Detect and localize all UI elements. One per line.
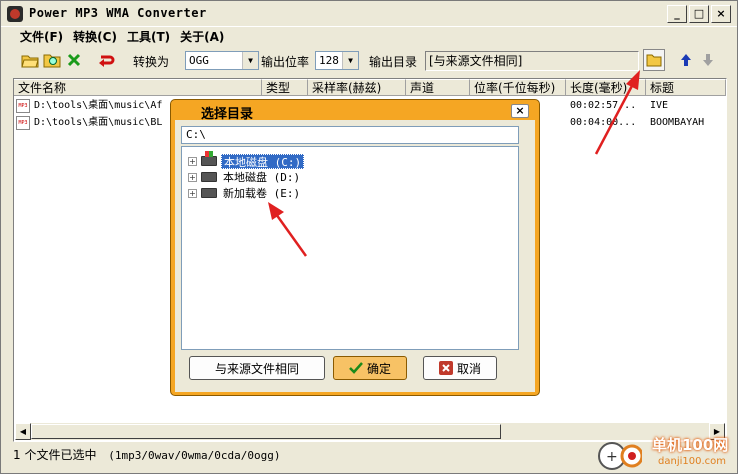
arrow-up-icon — [681, 54, 691, 66]
file-title: IVE — [650, 100, 669, 111]
format-value: OGG — [189, 54, 209, 67]
expand-icon[interactable]: + — [188, 188, 197, 198]
tree-item-c-drive[interactable]: + 本地磁盘 (C:) — [188, 151, 305, 169]
mp3-file-icon: MP3 — [16, 99, 30, 113]
menu-file[interactable]: 文件(F) — [15, 28, 68, 46]
col-samplerate[interactable]: 采样率(赫兹) — [308, 79, 406, 96]
col-channels[interactable]: 声道 — [406, 79, 470, 96]
svg-text:+: + — [606, 449, 618, 465]
open-folder-icon — [21, 55, 39, 68]
output-dir-field[interactable]: [与来源文件相同] — [425, 51, 639, 71]
menu-convert[interactable]: 转换(C) — [68, 28, 122, 46]
output-dir-label: 输出目录 — [369, 55, 418, 69]
cancel-x-icon — [438, 361, 453, 375]
window-title: Power MP3 WMA Converter — [29, 6, 207, 20]
col-title[interactable]: 标题 — [646, 79, 726, 96]
convert-icon — [99, 55, 115, 67]
arrow-down-icon — [703, 54, 713, 66]
file-length: 00:04:00... — [570, 117, 637, 128]
scroll-left-icon[interactable]: ◀ — [15, 423, 31, 440]
tree-item-label: 新加载卷 (E:) — [223, 186, 301, 200]
ok-label: 确定 — [366, 361, 391, 376]
directory-tree[interactable]: + 本地磁盘 (C:) + 本地磁盘 (D:) + 新加载卷 (E:) — [181, 146, 519, 350]
cancel-label: 取消 — [456, 361, 481, 376]
watermark-url: danji100.com — [658, 456, 726, 467]
mp3-file-icon: MP3 — [16, 116, 30, 130]
move-up-button[interactable] — [675, 49, 697, 71]
col-length[interactable]: 长度(毫秒) — [566, 79, 646, 96]
tree-item-label: 本地磁盘 (C:) — [221, 153, 305, 169]
path-field[interactable]: C:\ — [181, 126, 519, 144]
search-folder-icon — [43, 54, 61, 68]
toolbar: 转换为 OGG ▼ 输出位率 128 ▼ 输出目录 [与来源文件相同] — [11, 47, 727, 75]
tree-item-d-drive[interactable]: + 本地磁盘 (D:) — [188, 169, 302, 185]
select-directory-dialog: 选择目录 × C:\ + 本地磁盘 (C:) + 本地磁盘 (D:) + 新加载… — [170, 99, 540, 396]
watermark-logo-icon: + — [598, 442, 644, 470]
list-header: 文件名称 类型 采样率(赫兹) 声道 位率(千位每秒) 长度(毫秒) 标题 — [14, 79, 726, 96]
minimize-button[interactable]: _ — [667, 5, 687, 23]
app-icon — [7, 6, 23, 22]
bitrate-label: 输出位率 — [261, 55, 310, 69]
remove-button[interactable] — [63, 49, 85, 71]
col-bitrate[interactable]: 位率(千位每秒) — [470, 79, 566, 96]
delete-x-icon — [67, 53, 81, 67]
system-drive-icon — [201, 151, 217, 166]
menu-about[interactable]: 关于(A) — [175, 28, 229, 46]
selection-count: 1 个文件已选中 — [13, 448, 97, 462]
cancel-button[interactable]: 取消 — [423, 356, 497, 380]
file-title: BOOMBAYAH — [650, 117, 705, 128]
tree-item-e-drive[interactable]: + 新加载卷 (E:) — [188, 185, 302, 201]
bitrate-value: 128 — [319, 54, 339, 67]
drive-icon — [201, 172, 217, 182]
menu-tools[interactable]: 工具(T) — [122, 28, 175, 46]
move-down-button[interactable] — [697, 49, 719, 71]
tree-item-label: 本地磁盘 (D:) — [223, 170, 301, 184]
folder-icon — [646, 54, 662, 67]
file-length: 00:02:57... — [570, 100, 637, 111]
watermark: + 单机100网 danji100.com — [596, 434, 736, 472]
col-filename[interactable]: 文件名称 — [14, 79, 262, 96]
ok-button[interactable]: 确定 — [333, 356, 407, 380]
maximize-button[interactable]: □ — [689, 5, 709, 23]
browse-folder-button[interactable] — [643, 49, 665, 71]
title-bar: Power MP3 WMA Converter _ □ × — [1, 1, 737, 27]
drive-icon — [201, 188, 217, 198]
dialog-body: C:\ + 本地磁盘 (C:) + 本地磁盘 (D:) + 新加载卷 (E:) … — [175, 120, 535, 392]
open-folder-button[interactable] — [19, 49, 41, 71]
format-select[interactable]: OGG ▼ — [185, 51, 259, 70]
same-as-source-button[interactable]: 与来源文件相同 — [189, 356, 325, 380]
file-name: D:\tools\桌面\music\BL — [34, 117, 163, 128]
menu-bar: 文件(F) 转换(C) 工具(T) 关于(A) — [15, 28, 229, 46]
file-name: D:\tools\桌面\music\Af — [34, 100, 163, 111]
add-files-button[interactable] — [41, 49, 63, 71]
bitrate-select[interactable]: 128 ▼ — [315, 51, 359, 70]
expand-icon[interactable]: + — [188, 172, 197, 182]
expand-icon[interactable]: + — [188, 156, 197, 166]
dialog-close-button[interactable]: × — [511, 104, 529, 118]
col-type[interactable]: 类型 — [262, 79, 308, 96]
convert-button[interactable] — [95, 49, 117, 71]
watermark-text: 单机100网 — [652, 436, 729, 454]
check-icon — [349, 362, 363, 374]
close-button[interactable]: × — [711, 5, 731, 23]
scroll-thumb[interactable] — [31, 424, 501, 439]
chevron-down-icon: ▼ — [342, 52, 358, 69]
convert-to-label: 转换为 — [133, 55, 170, 69]
chevron-down-icon: ▼ — [242, 52, 258, 69]
format-counts: (1mp3/0wav/0wma/0cda/0ogg) — [108, 449, 281, 462]
